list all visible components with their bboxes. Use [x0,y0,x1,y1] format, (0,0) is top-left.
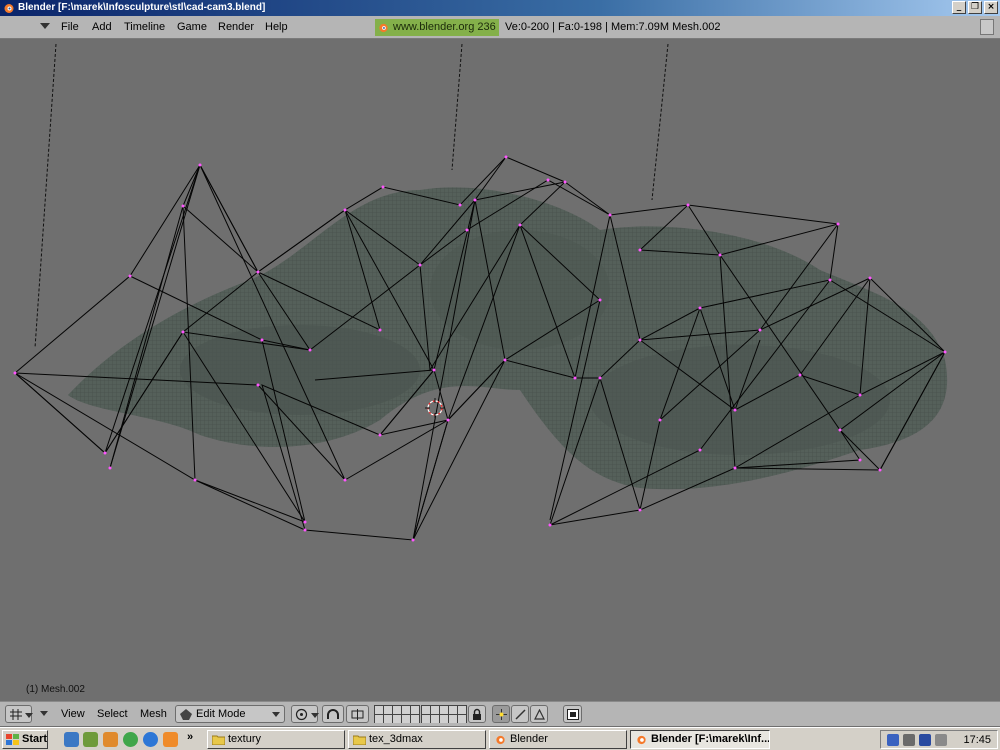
menu-timeline[interactable]: Timeline [124,21,165,33]
info-header: File Add Timeline Game Render Help www.b… [0,16,1000,39]
lock-icon [473,708,481,720]
system-tray: 17:45 [880,730,998,749]
taskbar-item-blender-active[interactable]: Blender [F:\marek\Inf... [630,730,770,749]
scene-stats: Ve:0-200 | Fa:0-198 | Mem:7.09M Mesh.002 [505,21,721,33]
header-collapse-icon[interactable] [40,711,48,716]
quicklaunch-more-icon[interactable]: » [187,731,193,743]
clock[interactable]: 17:45 [963,734,991,746]
task-label: textury [228,733,262,745]
header-collapse-icon[interactable] [40,23,50,29]
close-button[interactable]: × [984,1,998,14]
task-label: Blender [510,733,548,745]
menu-select[interactable]: Select [97,708,128,720]
taskbar-item-textury[interactable]: textury [207,730,345,749]
proportional-edit-icon [327,709,339,719]
view-type-icon [10,709,22,720]
mode-label: Edit Mode [196,708,246,720]
start-button[interactable]: Start [2,730,48,749]
camera-guide-line [651,43,669,201]
mode-dropdown[interactable]: Edit Mode [175,705,285,723]
blender-icon [496,735,505,745]
mesh-wireframe [13,43,948,542]
3d-cursor-icon [425,398,445,418]
snap-icon [351,709,364,720]
menu-add[interactable]: Add [92,21,112,33]
chevron-down-icon [272,712,280,717]
face-select-button[interactable] [530,705,548,723]
menu-help[interactable]: Help [265,21,288,33]
language-indicator-icon[interactable] [919,734,931,746]
window-titlebar[interactable]: Blender [F:\marek\Infosculpture\stl\cad-… [0,0,1000,16]
vertex-select-icon [496,709,507,720]
blender-site-badge[interactable]: www.blender.org 236 [375,19,499,36]
menu-render[interactable]: Render [218,21,254,33]
layer-buttons-group-1[interactable] [374,705,420,723]
edge-select-button[interactable] [511,705,529,723]
restore-button[interactable]: ❐ [968,1,982,14]
network-icon[interactable] [903,734,915,746]
edit-mode-icon [180,709,192,720]
screen-layout-icon[interactable] [980,19,994,35]
chevron-down-icon [311,713,319,718]
render-preview-button[interactable] [563,705,582,723]
start-label: Start [22,733,48,745]
pivot-icon [295,708,308,721]
taskbar-item-tex3dmax[interactable]: tex_3dmax [348,730,486,749]
menu-view[interactable]: View [61,708,85,720]
folder-icon [212,735,225,745]
active-object-label: (1) Mesh.002 [26,684,85,695]
blender-logo-icon [379,23,388,33]
3d-viewport[interactable]: (1) Mesh.002 [0,40,1000,700]
edge-select-icon [515,709,526,720]
snap-button[interactable] [346,705,369,723]
volume-icon[interactable] [935,734,947,746]
layer-buttons-group-2[interactable] [421,705,467,723]
task-label: Blender [F:\marek\Inf... [651,733,770,745]
chrome-icon[interactable] [123,732,138,747]
shield-icon[interactable] [887,734,899,746]
task-label: tex_3dmax [369,733,423,745]
site-badge-text: www.blender.org 236 [393,21,496,33]
windows-taskbar: Start » textury tex_3dmax Blender Blende… [0,727,1000,750]
render-preview-icon [567,709,579,720]
notepad-icon[interactable] [83,732,98,747]
menu-game[interactable]: Game [177,21,207,33]
proportional-edit-button[interactable] [322,705,344,723]
lock-layers-button[interactable] [468,705,486,723]
internet-explorer-icon[interactable] [143,732,158,747]
windows-logo-icon [6,734,19,745]
menu-mesh[interactable]: Mesh [140,708,167,720]
shading-selector[interactable] [291,705,319,723]
folder-icon [353,735,366,745]
face-select-icon [534,709,545,720]
vertex-select-button[interactable] [492,705,510,723]
editor-type-selector[interactable] [5,705,33,723]
chevron-down-icon [25,713,33,718]
camera-guide-line [34,43,57,349]
minimize-button[interactable]: _ [952,1,966,14]
blender-app-icon [4,4,14,13]
firefox-icon[interactable] [163,732,178,747]
window-title: Blender [F:\marek\Infosculpture\stl\cad-… [18,2,266,13]
blender-icon [637,735,646,745]
view3d-header: View Select Mesh Edit Mode [0,701,1000,726]
taskbar-item-blender[interactable]: Blender [489,730,627,749]
subdivided-mesh-surface [68,187,948,490]
menu-file[interactable]: File [61,21,79,33]
show-desktop-icon[interactable] [64,732,79,747]
camera-guide-line [451,43,463,171]
explorer-icon[interactable] [103,732,118,747]
screen: Blender [F:\marek\Infosculpture\stl\cad-… [0,0,1000,750]
